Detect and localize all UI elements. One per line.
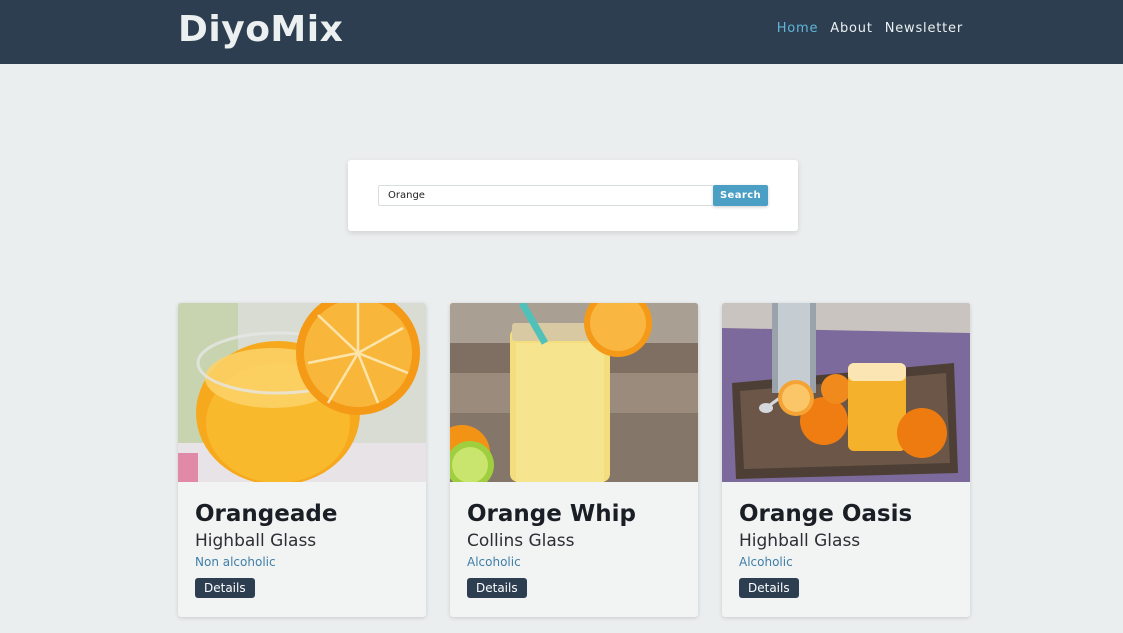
search-button[interactable]: Search [713, 185, 768, 206]
drink-card-body: Orange Whip Collins Glass Alcoholic Deta… [467, 498, 688, 598]
nav-link-home[interactable]: Home [777, 21, 819, 36]
top-navbar: DiyoMix Home About Newsletter [0, 0, 1123, 64]
details-button[interactable]: Details [467, 578, 527, 598]
drink-glass: Highball Glass [195, 531, 317, 551]
drink-card-body: Orange Oasis Highball Glass Alcoholic De… [739, 498, 960, 598]
details-button[interactable]: Details [195, 578, 255, 598]
details-button[interactable]: Details [739, 578, 799, 598]
drink-image [722, 303, 970, 482]
drink-name: Orangeade [195, 501, 338, 527]
drink-card-orangeade: Orangeade Highball Glass Non alcoholic D… [178, 303, 426, 617]
drink-card-body: Orangeade Highball Glass Non alcoholic D… [195, 498, 416, 598]
search-input[interactable] [378, 185, 713, 206]
drink-card-orange-oasis: Orange Oasis Highball Glass Alcoholic De… [722, 303, 970, 617]
drink-card-orange-whip: Orange Whip Collins Glass Alcoholic Deta… [450, 303, 698, 617]
drink-image [450, 303, 698, 482]
nav-link-about[interactable]: About [830, 21, 872, 36]
nav-links: Home About Newsletter [777, 21, 963, 36]
drink-glass: Collins Glass [467, 531, 575, 551]
drink-image [178, 303, 426, 482]
drink-name: Orange Oasis [739, 501, 913, 527]
drink-type: Alcoholic [467, 555, 521, 569]
drink-type: Non alcoholic [195, 555, 276, 569]
drink-type: Alcoholic [739, 555, 793, 569]
drink-glass: Highball Glass [739, 531, 861, 551]
drink-name: Orange Whip [467, 501, 636, 527]
brand-logo[interactable]: DiyoMix [178, 9, 343, 50]
nav-link-newsletter[interactable]: Newsletter [885, 21, 963, 36]
